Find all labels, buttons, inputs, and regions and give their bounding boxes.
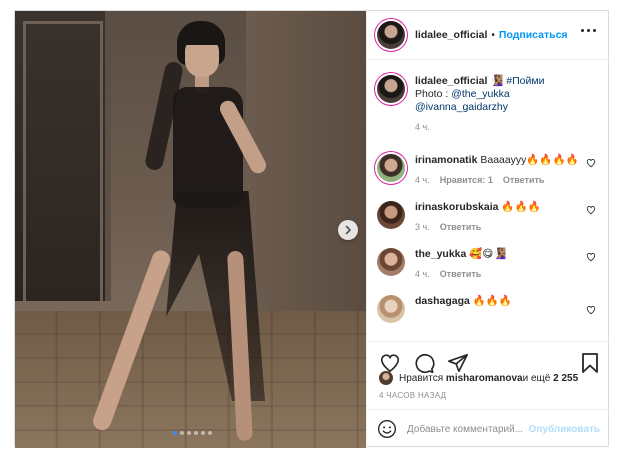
header-separator: • bbox=[491, 29, 495, 41]
liker-avatar bbox=[379, 371, 393, 385]
publish-button[interactable]: Опубликовать bbox=[529, 424, 600, 435]
comment-time: 4 ч. bbox=[415, 175, 430, 185]
author-username[interactable]: lidalee_official bbox=[415, 29, 487, 41]
comment-time: 3 ч. bbox=[415, 222, 430, 232]
comment-text: 🥰😋🧏🏽‍♀️ bbox=[469, 248, 507, 260]
heart-icon[interactable] bbox=[586, 305, 596, 315]
comment-avatar[interactable] bbox=[377, 201, 405, 229]
likes-summary[interactable]: Нравится misharomanova и ещё 2 255 bbox=[379, 371, 578, 385]
comment-text: Вааааууу🔥🔥🔥🔥 bbox=[480, 154, 579, 166]
caption-mention-1[interactable]: @the_yukka bbox=[451, 88, 510, 100]
comment-text: 🔥🔥🔥 bbox=[501, 201, 541, 213]
post-photo[interactable] bbox=[15, 11, 366, 448]
carousel-dot bbox=[180, 431, 184, 435]
comment-avatar[interactable] bbox=[377, 248, 405, 276]
likes-user[interactable]: misharomanova bbox=[446, 373, 523, 384]
caption-hashtag[interactable]: #Пойми bbox=[506, 75, 544, 87]
carousel-dot bbox=[187, 431, 191, 435]
comment-reply-button[interactable]: Ответить bbox=[503, 174, 545, 187]
comment-time: 4 ч. bbox=[415, 269, 430, 279]
heart-icon[interactable] bbox=[586, 205, 596, 215]
comment-avatar[interactable] bbox=[377, 295, 405, 323]
carousel-dot bbox=[194, 431, 198, 435]
comment-likes[interactable]: Нравится: 1 bbox=[440, 174, 493, 187]
carousel-dots bbox=[173, 431, 212, 435]
heart-icon[interactable] bbox=[586, 158, 596, 168]
chevron-right-icon bbox=[345, 225, 351, 235]
caption: lidalee_official 🧏🏽‍♀️ #Пойми Photo : @t… bbox=[377, 75, 600, 134]
comment-input[interactable] bbox=[407, 423, 527, 435]
likes-count[interactable]: 2 255 bbox=[553, 373, 578, 384]
follow-button[interactable]: Подписаться bbox=[499, 29, 568, 41]
caption-emoji: 🧏🏽‍♀️ bbox=[490, 75, 504, 87]
carousel-dot bbox=[173, 431, 177, 435]
instagram-post: lidalee_official • Подписаться lidalee_o… bbox=[14, 10, 610, 448]
caption-avatar[interactable] bbox=[377, 75, 405, 103]
comment-reply-button[interactable]: Ответить bbox=[440, 268, 482, 281]
comments-list: lidalee_official 🧏🏽‍♀️ #Пойми Photo : @t… bbox=[367, 61, 610, 341]
post-timestamp[interactable]: 4 ЧАСОВ НАЗАД bbox=[379, 391, 446, 400]
caption-time: 4 ч. bbox=[415, 122, 430, 132]
emoji-icon[interactable] bbox=[377, 419, 397, 439]
photo-figure bbox=[90, 21, 285, 446]
caption-photo-label: Photo : bbox=[415, 88, 452, 100]
post-header: lidalee_official • Подписаться bbox=[367, 11, 610, 60]
comment-username[interactable]: irinaskorubskaia bbox=[415, 201, 498, 213]
likes-middle: и ещё bbox=[522, 372, 551, 384]
comment-username[interactable]: irinamonatik bbox=[415, 154, 477, 166]
comment-avatar[interactable] bbox=[377, 154, 405, 182]
comment-reply-button[interactable]: Ответить bbox=[440, 221, 482, 234]
carousel-dot bbox=[201, 431, 205, 435]
comment-item: dashagaga 🔥🔥🔥 bbox=[377, 295, 600, 323]
caption-mention-2[interactable]: @ivanna_gaidarzhy bbox=[415, 101, 585, 114]
photo-doorframe bbox=[23, 21, 103, 301]
caption-username[interactable]: lidalee_official bbox=[415, 75, 487, 87]
author-avatar[interactable] bbox=[377, 21, 405, 49]
post-sidebar: lidalee_official • Подписаться lidalee_o… bbox=[366, 11, 610, 448]
carousel-dot bbox=[208, 431, 212, 435]
figure-bangs bbox=[179, 23, 225, 45]
comment-item: irinamonatik Вааааууу🔥🔥🔥🔥 4 ч. Нравится:… bbox=[377, 154, 600, 187]
comment-text: 🔥🔥🔥 bbox=[472, 295, 513, 307]
comment-username[interactable]: the_yukka bbox=[415, 248, 466, 260]
more-icon[interactable] bbox=[581, 29, 596, 32]
heart-icon[interactable] bbox=[586, 252, 596, 262]
carousel-next-button[interactable] bbox=[338, 220, 358, 240]
comment-item: the_yukka 🥰😋🧏🏽‍♀️ 4 ч. Ответить bbox=[377, 248, 600, 281]
comment-username[interactable]: dashagaga bbox=[415, 295, 470, 307]
bookmark-icon[interactable] bbox=[580, 352, 600, 374]
comment-item: irinaskorubskaia 🔥🔥🔥 3 ч. Ответить bbox=[377, 201, 600, 234]
likes-prefix: Нравится bbox=[399, 372, 444, 384]
add-comment-bar: Опубликовать bbox=[367, 409, 610, 448]
